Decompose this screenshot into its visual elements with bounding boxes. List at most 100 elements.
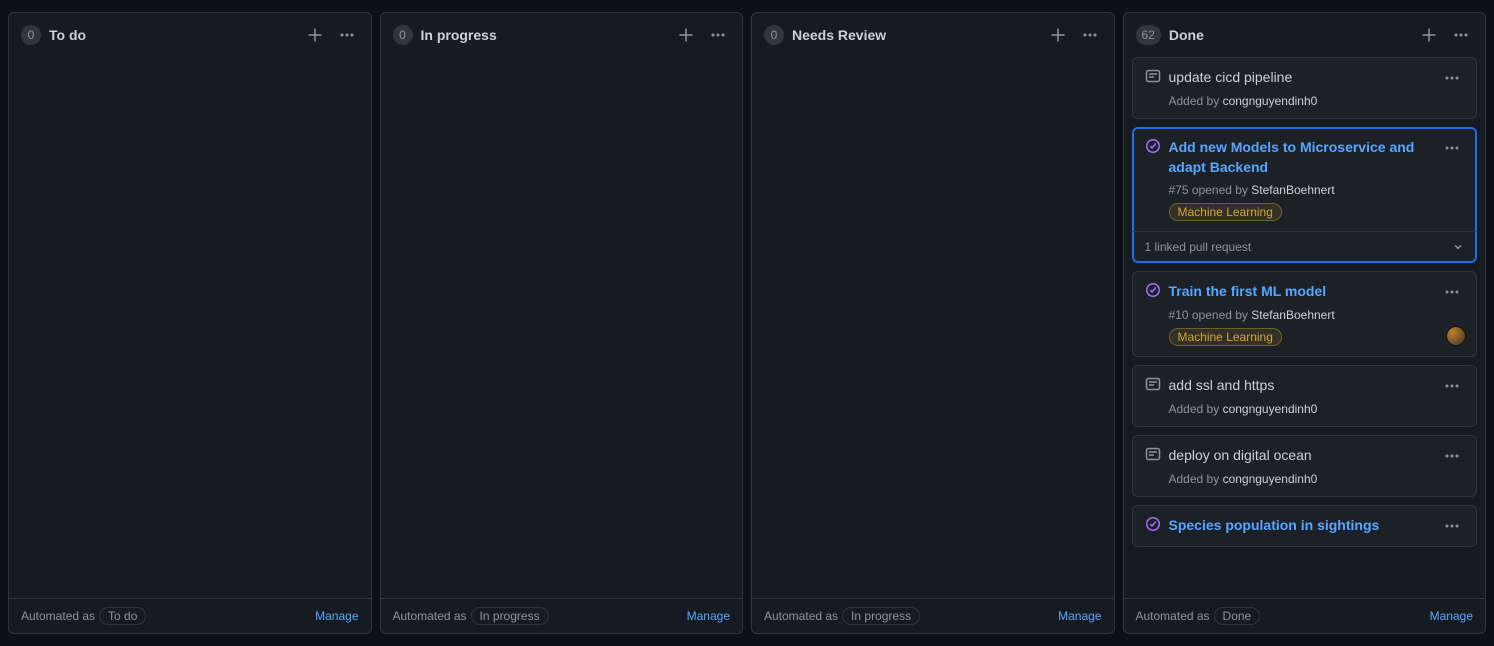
add-card-button[interactable]	[1046, 23, 1070, 47]
column-header: 0 Needs Review	[752, 13, 1114, 57]
author: StefanBoehnert	[1251, 308, 1334, 322]
card-menu-button[interactable]	[1440, 516, 1464, 536]
linked-pr-text: 1 linked pull request	[1145, 240, 1252, 254]
manage-link[interactable]: Manage	[315, 609, 358, 623]
plus-icon	[1050, 27, 1066, 43]
column-title: Done	[1169, 27, 1409, 43]
card-title-link[interactable]: Add new Models to Microservice and adapt…	[1169, 138, 1433, 177]
issue-closed-icon	[1145, 138, 1161, 154]
kebab-icon	[1444, 518, 1460, 534]
automated-label: In progress	[471, 607, 549, 625]
column-done: 62 Done update cicd pipeline	[1123, 12, 1487, 634]
issue-ref: #10	[1169, 308, 1189, 322]
plus-icon	[307, 27, 323, 43]
opened-text: opened by	[1192, 308, 1248, 322]
card-issue[interactable]: Train the first ML model #10 opened by S…	[1132, 271, 1478, 357]
kanban-board: 0 To do Automated as To do Manage 0 In p…	[8, 12, 1486, 634]
note-icon	[1145, 376, 1161, 392]
column-title: To do	[49, 27, 295, 43]
note-icon	[1145, 446, 1161, 462]
card-title: add ssl and https	[1169, 376, 1433, 396]
column-menu-button[interactable]	[335, 23, 359, 47]
card-title: deploy on digital ocean	[1169, 446, 1433, 466]
automated-label: To do	[99, 607, 146, 625]
column-footer: Automated as In progress Manage	[752, 598, 1114, 633]
label-chip[interactable]: Machine Learning	[1169, 328, 1282, 346]
card-issue[interactable]: Species population in sightings	[1132, 505, 1478, 547]
column-header: 0 In progress	[381, 13, 743, 57]
column-footer: Automated as Done Manage	[1124, 598, 1486, 633]
count-badge: 0	[764, 25, 784, 45]
add-card-button[interactable]	[303, 23, 327, 47]
column-body[interactable]	[9, 57, 371, 598]
card-menu-button[interactable]	[1440, 138, 1464, 158]
column-needs-review: 0 Needs Review Automated as In progress …	[751, 12, 1115, 634]
plus-icon	[1421, 27, 1437, 43]
automated-prefix: Automated as	[764, 609, 838, 623]
issue-closed-icon	[1145, 282, 1161, 298]
card-menu-button[interactable]	[1440, 68, 1464, 88]
added-by-prefix: Added by	[1169, 472, 1220, 486]
card-menu-button[interactable]	[1440, 282, 1464, 302]
kebab-icon	[1444, 378, 1460, 394]
kebab-icon	[1453, 27, 1469, 43]
column-title: In progress	[421, 27, 667, 43]
automated-label: Done	[1214, 607, 1261, 625]
linked-pr-toggle[interactable]: 1 linked pull request	[1133, 231, 1477, 262]
column-footer: Automated as To do Manage	[9, 598, 371, 633]
card-title-link[interactable]: Species population in sightings	[1169, 516, 1433, 536]
column-in-progress: 0 In progress Automated as In progress M…	[380, 12, 744, 634]
plus-icon	[678, 27, 694, 43]
automated-prefix: Automated as	[1136, 609, 1210, 623]
kebab-icon	[1444, 140, 1460, 156]
kebab-icon	[1444, 284, 1460, 300]
kebab-icon	[1444, 448, 1460, 464]
add-card-button[interactable]	[1417, 23, 1441, 47]
card-title: update cicd pipeline	[1169, 68, 1433, 88]
card-note[interactable]: add ssl and https Added by congnguyendin…	[1132, 365, 1478, 427]
note-icon	[1145, 68, 1161, 84]
kebab-icon	[1082, 27, 1098, 43]
card-menu-button[interactable]	[1440, 376, 1464, 396]
added-by-prefix: Added by	[1169, 402, 1220, 416]
chevron-down-icon	[1452, 241, 1464, 253]
kebab-icon	[339, 27, 355, 43]
column-todo: 0 To do Automated as To do Manage	[8, 12, 372, 634]
author: StefanBoehnert	[1251, 183, 1334, 197]
card-note[interactable]: update cicd pipeline Added by congnguyen…	[1132, 57, 1478, 119]
column-menu-button[interactable]	[1449, 23, 1473, 47]
column-body[interactable]	[381, 57, 743, 598]
column-header: 62 Done	[1124, 13, 1486, 57]
added-by-prefix: Added by	[1169, 94, 1220, 108]
manage-link[interactable]: Manage	[1058, 609, 1101, 623]
issue-ref: #75	[1169, 183, 1189, 197]
issue-closed-icon	[1145, 516, 1161, 532]
column-footer: Automated as In progress Manage	[381, 598, 743, 633]
kebab-icon	[710, 27, 726, 43]
automated-prefix: Automated as	[393, 609, 467, 623]
column-menu-button[interactable]	[706, 23, 730, 47]
card-title-link[interactable]: Train the first ML model	[1169, 282, 1433, 302]
added-by-user: congnguyendinh0	[1223, 94, 1318, 108]
column-body[interactable]	[752, 57, 1114, 598]
automated-prefix: Automated as	[21, 609, 95, 623]
count-badge: 62	[1136, 25, 1161, 45]
add-card-button[interactable]	[674, 23, 698, 47]
card-menu-button[interactable]	[1440, 446, 1464, 466]
manage-link[interactable]: Manage	[1430, 609, 1473, 623]
automated-label: In progress	[842, 607, 920, 625]
column-title: Needs Review	[792, 27, 1038, 43]
manage-link[interactable]: Manage	[687, 609, 730, 623]
count-badge: 0	[21, 25, 41, 45]
card-note[interactable]: deploy on digital ocean Added by congngu…	[1132, 435, 1478, 497]
label-chip[interactable]: Machine Learning	[1169, 203, 1282, 221]
added-by-user: congnguyendinh0	[1223, 402, 1318, 416]
column-menu-button[interactable]	[1078, 23, 1102, 47]
column-body[interactable]: update cicd pipeline Added by congnguyen…	[1124, 57, 1486, 598]
column-header: 0 To do	[9, 13, 371, 57]
added-by-user: congnguyendinh0	[1223, 472, 1318, 486]
count-badge: 0	[393, 25, 413, 45]
kebab-icon	[1444, 70, 1460, 86]
card-issue[interactable]: Add new Models to Microservice and adapt…	[1132, 127, 1478, 263]
opened-text: opened by	[1192, 183, 1248, 197]
